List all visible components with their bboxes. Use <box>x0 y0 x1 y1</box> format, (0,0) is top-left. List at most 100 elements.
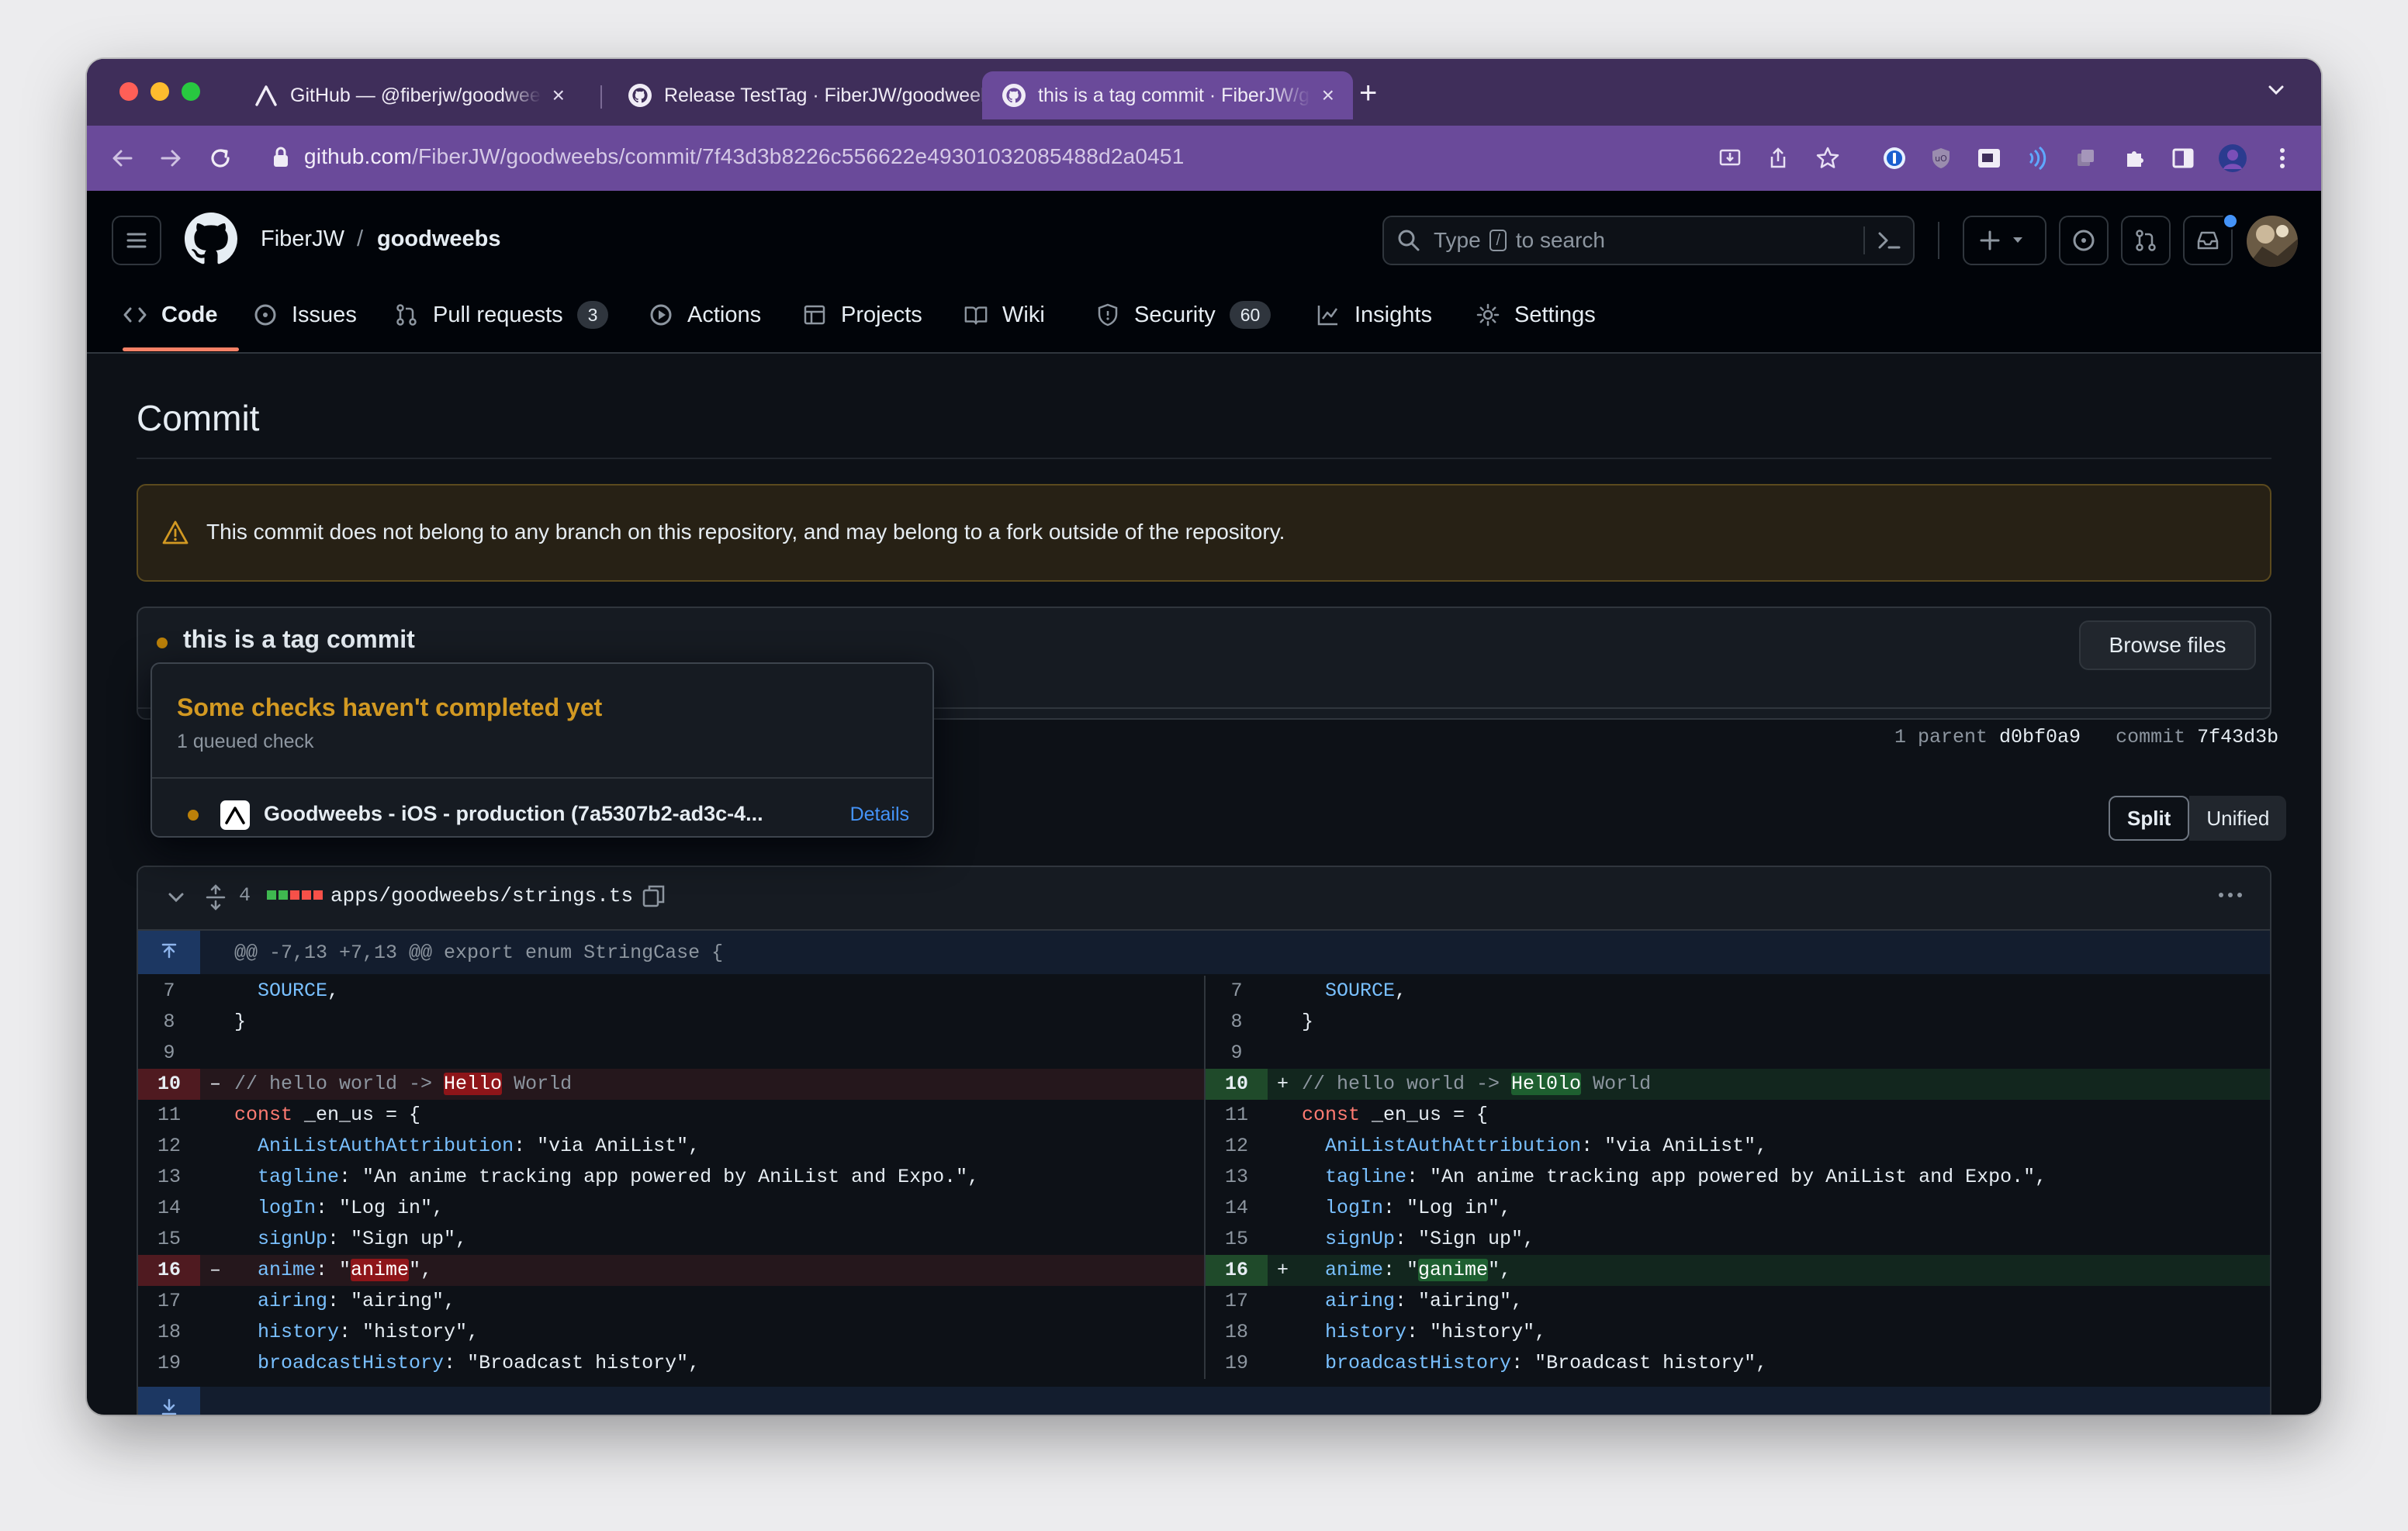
url-text: github.com/FiberJW/goodweebs/commit/7f43… <box>304 144 1185 168</box>
breadcrumb-repo[interactable]: goodweebs <box>377 226 501 252</box>
tab-wiki[interactable]: Wiki <box>964 298 1045 332</box>
close-window-button[interactable] <box>119 82 138 101</box>
tab-issues[interactable]: Issues <box>253 298 357 332</box>
line-number[interactable]: 12 <box>138 1131 200 1162</box>
tab-security[interactable]: Security 60 <box>1095 298 1271 332</box>
expo-logo-icon <box>220 800 250 830</box>
breadcrumb-owner[interactable]: FiberJW <box>261 226 344 252</box>
active-tab-underline <box>123 347 239 351</box>
tab-projects[interactable]: Projects <box>802 298 922 332</box>
line-number[interactable]: 17 <box>138 1286 200 1317</box>
chevron-down-icon[interactable] <box>166 887 186 911</box>
user-avatar[interactable] <box>2247 216 2298 267</box>
line-number[interactable]: 11 <box>1206 1100 1268 1131</box>
issues-icon[interactable] <box>2059 216 2109 265</box>
hamburger-menu-icon[interactable] <box>112 216 161 265</box>
line-number[interactable]: 17 <box>1206 1286 1268 1317</box>
pull-requests-icon[interactable] <box>2121 216 2171 265</box>
search-input[interactable]: Type / to search <box>1382 216 1915 265</box>
tab-github-profile[interactable]: GitHub — @fiberjw/goodweebs × <box>234 71 583 119</box>
line-number[interactable]: 12 <box>1206 1131 1268 1162</box>
tab-list-chevron-icon[interactable] <box>2265 79 2287 105</box>
line-number[interactable]: 18 <box>138 1317 200 1348</box>
picture-in-picture-icon[interactable] <box>1974 143 2005 174</box>
bookmark-star-icon[interactable] <box>1812 143 1843 174</box>
kebab-menu-icon[interactable] <box>2217 889 2244 903</box>
expand-up-icon[interactable] <box>138 931 200 974</box>
close-tab-icon[interactable]: × <box>1322 83 1334 108</box>
lock-icon <box>272 146 290 173</box>
tab-code[interactable]: Code <box>123 298 218 332</box>
code-text: tagline: "An anime tracking app powered … <box>258 1166 980 1188</box>
line-number[interactable]: 8 <box>1206 1007 1268 1038</box>
diff-line: 14 logIn: "Log in", <box>1206 1193 2270 1224</box>
line-number[interactable]: 10 <box>138 1069 200 1100</box>
create-new-button[interactable] <box>1963 216 2046 265</box>
install-app-icon[interactable] <box>1714 143 1745 174</box>
tab-commit-active[interactable]: this is a tag commit · FiberJW/goodweebs… <box>982 71 1353 119</box>
hunk-header-text: @@ -7,13 +7,13 @@ export enum StringCase… <box>234 942 724 964</box>
pending-status-dot[interactable] <box>157 638 168 648</box>
close-tab-icon[interactable]: × <box>552 83 565 108</box>
share-icon[interactable] <box>1763 143 1794 174</box>
extensions-puzzle-icon[interactable] <box>2119 143 2150 174</box>
ublock-icon[interactable]: uO <box>1925 143 1956 174</box>
line-number[interactable]: 13 <box>1206 1162 1268 1193</box>
new-tab-button[interactable]: + <box>1359 76 1377 111</box>
line-number[interactable]: 9 <box>1206 1038 1268 1069</box>
tab-actions[interactable]: Actions <box>649 298 761 332</box>
line-number[interactable]: 14 <box>138 1193 200 1224</box>
line-number[interactable]: 19 <box>138 1348 200 1379</box>
expand-all-icon[interactable] <box>205 884 227 914</box>
line-number[interactable]: 16 <box>138 1255 200 1286</box>
parent-sha-link[interactable]: d0bf0a9 <box>1999 726 2081 748</box>
command-palette-icon[interactable] <box>1876 228 1902 257</box>
line-number[interactable]: 14 <box>1206 1193 1268 1224</box>
line-number[interactable]: 15 <box>138 1224 200 1255</box>
line-number[interactable]: 11 <box>138 1100 200 1131</box>
line-number[interactable]: 16 <box>1206 1255 1268 1286</box>
reload-icon[interactable] <box>203 141 237 175</box>
diff-file: 4 apps/goodweebs/strings.ts @@ -7,13 +7,… <box>137 866 2271 1415</box>
profile-avatar-icon[interactable] <box>2217 143 2248 174</box>
check-details-link[interactable]: Details <box>850 804 909 826</box>
tab-pull-requests[interactable]: Pull requests 3 <box>394 298 609 332</box>
line-number[interactable]: 13 <box>138 1162 200 1193</box>
code-text: tagline: "An anime tracking app powered … <box>1325 1166 2047 1188</box>
read-aloud-icon[interactable] <box>2022 143 2053 174</box>
zoom-window-button[interactable] <box>182 82 200 101</box>
copy-icon[interactable] <box>641 883 667 913</box>
file-path[interactable]: apps/goodweebs/strings.ts <box>330 884 633 907</box>
browser-menu-icon[interactable] <box>2267 143 2298 174</box>
line-number[interactable]: 15 <box>1206 1224 1268 1255</box>
diff-line: 12 AniListAuthAttribution: "via AniList"… <box>138 1131 1204 1162</box>
code-text: signUp: "Sign up", <box>1325 1228 1535 1250</box>
line-number[interactable]: 7 <box>138 976 200 1007</box>
browse-files-button[interactable]: Browse files <box>2079 620 2256 670</box>
line-number[interactable]: 10 <box>1206 1069 1268 1100</box>
extension-disabled-icon[interactable] <box>2070 143 2101 174</box>
search-icon <box>1396 228 1421 257</box>
diffstat-bar <box>267 890 323 900</box>
expand-down-icon[interactable] <box>138 1387 200 1415</box>
tab-insights[interactable]: Insights <box>1316 298 1432 332</box>
back-arrow-icon[interactable] <box>106 141 140 175</box>
forward-arrow-icon[interactable] <box>154 141 188 175</box>
line-number[interactable]: 18 <box>1206 1317 1268 1348</box>
warning-message: This commit does not belong to any branc… <box>206 520 1285 544</box>
line-number[interactable]: 8 <box>138 1007 200 1038</box>
github-logo-icon[interactable] <box>185 213 237 269</box>
line-number[interactable]: 7 <box>1206 976 1268 1007</box>
line-number[interactable]: 19 <box>1206 1348 1268 1379</box>
tab-settings[interactable]: Settings <box>1476 298 1596 332</box>
side-panel-icon[interactable] <box>2168 143 2199 174</box>
password-manager-icon[interactable] <box>1879 143 1910 174</box>
commit-parents: 1 parent d0bf0a9 commit 7f43d3b <box>1894 726 2279 748</box>
split-view-button[interactable]: Split <box>2109 796 2190 841</box>
diff-line-deleted: 10–// hello world -> Hello World <box>138 1069 1204 1100</box>
page-title: Commit <box>137 398 260 438</box>
address-bar[interactable]: github.com/FiberJW/goodweebs/commit/7f43… <box>254 133 1930 181</box>
unified-view-button[interactable]: Unified <box>2189 796 2287 841</box>
minimize-window-button[interactable] <box>150 82 169 101</box>
line-number[interactable]: 9 <box>138 1038 200 1069</box>
